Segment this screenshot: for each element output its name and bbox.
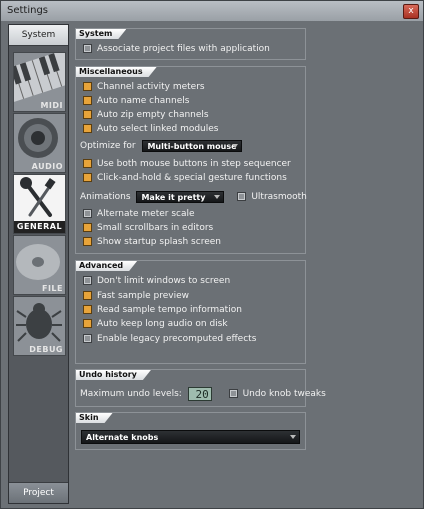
option-legacy-effects[interactable]: Enable legacy precomputed effects (83, 333, 256, 345)
option-auto-select-linked-modules[interactable]: Auto select linked modules (83, 123, 218, 135)
checkbox[interactable] (83, 208, 92, 218)
chevron-down-icon (290, 435, 296, 439)
miscellaneous-group: Miscellaneous Channel activity meters Au… (75, 66, 307, 254)
animations-dropdown[interactable]: Make it pretty (136, 191, 225, 203)
option-both-mouse-buttons[interactable]: Use both mouse buttons in step sequencer (83, 158, 291, 170)
option-auto-zip-empty-channels[interactable]: Auto zip empty channels (83, 109, 209, 121)
sidebar-item-label: FILE (41, 284, 63, 293)
sidebar-item-label: MIDI (40, 101, 63, 110)
sidebar-item-label: DEBUG (29, 345, 63, 354)
group-header: Skin (76, 413, 113, 423)
checkbox[interactable] (83, 172, 92, 182)
skin-dropdown[interactable]: Alternate knobs (81, 430, 300, 444)
skin-group: Skin Alternate knobs (75, 412, 306, 450)
sidebar-item-label: AUDIO (31, 162, 63, 171)
option-auto-name-channels[interactable]: Auto name channels (83, 95, 189, 107)
checkbox[interactable] (83, 123, 92, 133)
animations-label: Animations (80, 192, 131, 202)
option-read-sample-tempo[interactable]: Read sample tempo information (83, 304, 242, 316)
max-undo-input[interactable]: 20 (187, 387, 212, 401)
option-alternate-meter-scale[interactable]: Alternate meter scale (83, 208, 195, 220)
system-group: System Associate project files with appl… (75, 28, 306, 60)
checkbox[interactable] (83, 290, 92, 300)
checkbox[interactable] (83, 158, 92, 168)
option-dont-limit-windows[interactable]: Don't limit windows to screen (83, 275, 230, 287)
group-header: Miscellaneous (76, 67, 157, 77)
undo-knob-label: Undo knob tweaks (242, 389, 326, 399)
sidebar: System MIDI AUDIO GENERAL FILE DEBUG Pro… (8, 24, 69, 504)
advanced-group: Advanced Don't limit windows to screen F… (75, 260, 306, 364)
checkbox[interactable] (83, 109, 92, 119)
chevron-down-icon (232, 144, 239, 148)
checkbox[interactable] (83, 275, 92, 285)
option-channel-activity-meters[interactable]: Channel activity meters (83, 81, 205, 93)
checkbox[interactable] (83, 318, 92, 328)
checkbox[interactable] (83, 333, 92, 343)
close-icon: x (408, 6, 414, 16)
option-associate-files[interactable]: Associate project files with application (83, 43, 270, 55)
title-bar: Settings x (1, 1, 423, 21)
close-button[interactable]: x (403, 4, 419, 19)
group-header: Advanced (76, 261, 137, 271)
checkbox[interactable] (83, 43, 92, 53)
sidebar-item-general[interactable]: GENERAL (13, 174, 66, 234)
ultrasmooth-label: Ultrasmooth (251, 192, 307, 202)
ultrasmooth-checkbox[interactable] (237, 191, 247, 201)
tab-project[interactable]: Project (9, 482, 68, 503)
option-auto-keep-long-audio[interactable]: Auto keep long audio on disk (83, 318, 228, 330)
optimize-for-row: Optimize for Multi-button mouse (80, 140, 243, 152)
sidebar-item-file[interactable]: FILE (13, 235, 66, 295)
max-undo-label: Maximum undo levels: (80, 389, 182, 399)
option-startup-splash[interactable]: Show startup splash screen (83, 236, 221, 248)
skin-row: Alternate knobs (81, 430, 300, 444)
option-small-scrollbars[interactable]: Small scrollbars in editors (83, 222, 213, 234)
sidebar-item-label: GENERAL (14, 221, 65, 233)
settings-window: Settings x System MIDI AUDIO GENERAL FIL… (0, 0, 424, 509)
sidebar-item-audio[interactable]: AUDIO (13, 113, 66, 173)
tab-system[interactable]: System (9, 25, 68, 46)
sidebar-item-debug[interactable]: DEBUG (13, 296, 66, 356)
checkbox[interactable] (83, 95, 92, 105)
optimize-for-label: Optimize for (80, 141, 136, 151)
option-fast-sample-preview[interactable]: Fast sample preview (83, 290, 189, 302)
checkbox[interactable] (83, 304, 92, 314)
group-header: System (76, 29, 126, 39)
option-click-and-hold[interactable]: Click-and-hold & special gesture functio… (83, 172, 287, 184)
optimize-for-dropdown[interactable]: Multi-button mouse (142, 140, 243, 152)
animations-row: Animations Make it pretty Ultrasmooth (80, 191, 307, 203)
sidebar-item-midi[interactable]: MIDI (13, 52, 66, 112)
checkbox[interactable] (83, 81, 92, 91)
undo-knob-checkbox[interactable] (228, 388, 238, 398)
window-title: Settings (7, 5, 49, 16)
checkbox[interactable] (83, 236, 92, 246)
undo-history-group: Undo history Maximum undo levels: 20 Und… (75, 369, 326, 407)
undo-levels-row: Maximum undo levels: 20 Undo knob tweaks (80, 387, 326, 401)
chevron-down-icon (214, 195, 221, 199)
checkbox[interactable] (83, 222, 92, 232)
group-header: Undo history (76, 370, 151, 380)
